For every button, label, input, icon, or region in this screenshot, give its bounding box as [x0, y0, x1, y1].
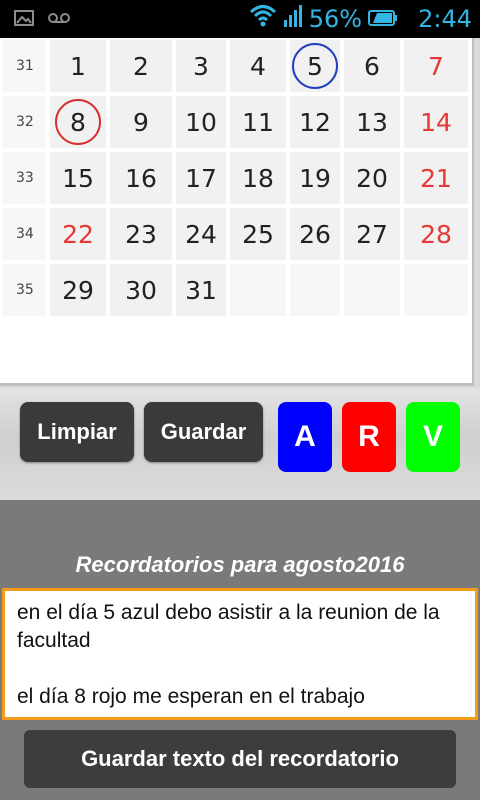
- calendar-day-25[interactable]: 25: [230, 208, 286, 260]
- day-number: 15: [62, 163, 94, 193]
- voicemail-icon: [48, 11, 70, 25]
- calendar-day-19[interactable]: 19: [290, 152, 340, 204]
- day-number: 31: [185, 275, 217, 305]
- day-number: 25: [242, 219, 274, 249]
- day-number: 28: [420, 219, 452, 249]
- day-number: 3: [193, 51, 209, 81]
- green-color-button[interactable]: V: [406, 402, 460, 472]
- calendar-day-6[interactable]: 6: [344, 40, 400, 92]
- day-marker-circle: [55, 99, 101, 145]
- day-number: 18: [242, 163, 274, 193]
- calendar-day-12[interactable]: 12: [290, 96, 340, 148]
- red-color-button[interactable]: R: [342, 402, 396, 472]
- day-number: 19: [299, 163, 331, 193]
- week-number: 35: [2, 264, 46, 316]
- day-number: 12: [299, 107, 331, 137]
- day-number: 13: [356, 107, 388, 137]
- week-number: 32: [2, 96, 46, 148]
- calendar-day-1[interactable]: 1: [50, 40, 106, 92]
- calendar-day-17[interactable]: 17: [176, 152, 226, 204]
- week-number: 33: [2, 152, 46, 204]
- day-number: 10: [185, 107, 217, 137]
- calendar-day-22[interactable]: 22: [50, 208, 106, 260]
- calendar-day-8[interactable]: 8: [50, 96, 106, 148]
- battery-percent: 56%: [308, 5, 363, 33]
- day-number: 17: [185, 163, 217, 193]
- calendar-day-4[interactable]: 4: [230, 40, 286, 92]
- calendar-day-3[interactable]: 3: [176, 40, 226, 92]
- save-reminder-button[interactable]: Guardar texto del recordatorio: [24, 730, 456, 788]
- battery-icon: [368, 5, 398, 33]
- clock: 2:44: [418, 5, 472, 33]
- calendar-day-23[interactable]: 23: [110, 208, 172, 260]
- day-number: 24: [185, 219, 217, 249]
- day-number: 23: [125, 219, 157, 249]
- week-number: 34: [2, 208, 46, 260]
- calendar-day-24[interactable]: 24: [176, 208, 226, 260]
- calendar-day-15[interactable]: 15: [50, 152, 106, 204]
- calendar-day-14[interactable]: 14: [404, 96, 468, 148]
- calendar-empty-cell: [230, 264, 286, 316]
- reminder-text-field[interactable]: en el día 5 azul debo asistir a la reuni…: [2, 588, 478, 720]
- day-number: 2: [133, 51, 149, 81]
- reminders-section: Recordatorios para agosto2016 en el día …: [0, 500, 480, 800]
- day-number: 11: [242, 107, 274, 137]
- calendar-day-26[interactable]: 26: [290, 208, 340, 260]
- day-number: 14: [420, 107, 452, 137]
- status-bar: 56% 2:44: [0, 0, 480, 38]
- calendar-day-28[interactable]: 28: [404, 208, 468, 260]
- day-marker-circle: [292, 43, 338, 89]
- calendar-day-9[interactable]: 9: [110, 96, 172, 148]
- calendar-empty-cell: [404, 264, 468, 316]
- wifi-icon: [249, 3, 277, 35]
- calendar-day-11[interactable]: 11: [230, 96, 286, 148]
- day-number: 7: [428, 51, 444, 81]
- calendar-day-16[interactable]: 16: [110, 152, 172, 204]
- calendar-day-7[interactable]: 7: [404, 40, 468, 92]
- calendar-empty-cell: [344, 264, 400, 316]
- calendar-day-29[interactable]: 29: [50, 264, 106, 316]
- action-bar: Limpiar Guardar A R V: [0, 388, 480, 500]
- day-number: 22: [62, 219, 94, 249]
- day-number: 9: [133, 107, 149, 137]
- blue-color-button[interactable]: A: [278, 402, 332, 472]
- calendar-day-27[interactable]: 27: [344, 208, 400, 260]
- reminders-title: Recordatorios para agosto2016: [75, 552, 405, 577]
- calendar-day-13[interactable]: 13: [344, 96, 400, 148]
- calendar-day-2[interactable]: 2: [110, 40, 172, 92]
- day-number: 29: [62, 275, 94, 305]
- calendar-day-5[interactable]: 5: [290, 40, 340, 92]
- calendar-empty-cell: [290, 264, 340, 316]
- calendar-day-18[interactable]: 18: [230, 152, 286, 204]
- day-number: 30: [125, 275, 157, 305]
- day-number: 21: [420, 163, 452, 193]
- clear-button[interactable]: Limpiar: [20, 402, 134, 462]
- day-number: 16: [125, 163, 157, 193]
- calendar-day-10[interactable]: 10: [176, 96, 226, 148]
- image-icon: [14, 10, 34, 26]
- calendar-day-30[interactable]: 30: [110, 264, 172, 316]
- week-number: 31: [2, 40, 46, 92]
- signal-icon: [283, 4, 303, 34]
- save-button[interactable]: Guardar: [144, 402, 263, 462]
- day-number: 27: [356, 219, 388, 249]
- day-number: 6: [364, 51, 380, 81]
- calendar-day-31[interactable]: 31: [176, 264, 226, 316]
- calendar-grid: 31 1 2 3 4 5 6 7 32 8 9 10 11 12 13 14 33 15 16 17 18 19 20 21 3…: [0, 38, 474, 386]
- calendar-day-20[interactable]: 20: [344, 152, 400, 204]
- day-number: 1: [70, 51, 86, 81]
- day-number: 20: [356, 163, 388, 193]
- day-number: 4: [250, 51, 266, 81]
- calendar-day-21[interactable]: 21: [404, 152, 468, 204]
- day-number: 26: [299, 219, 331, 249]
